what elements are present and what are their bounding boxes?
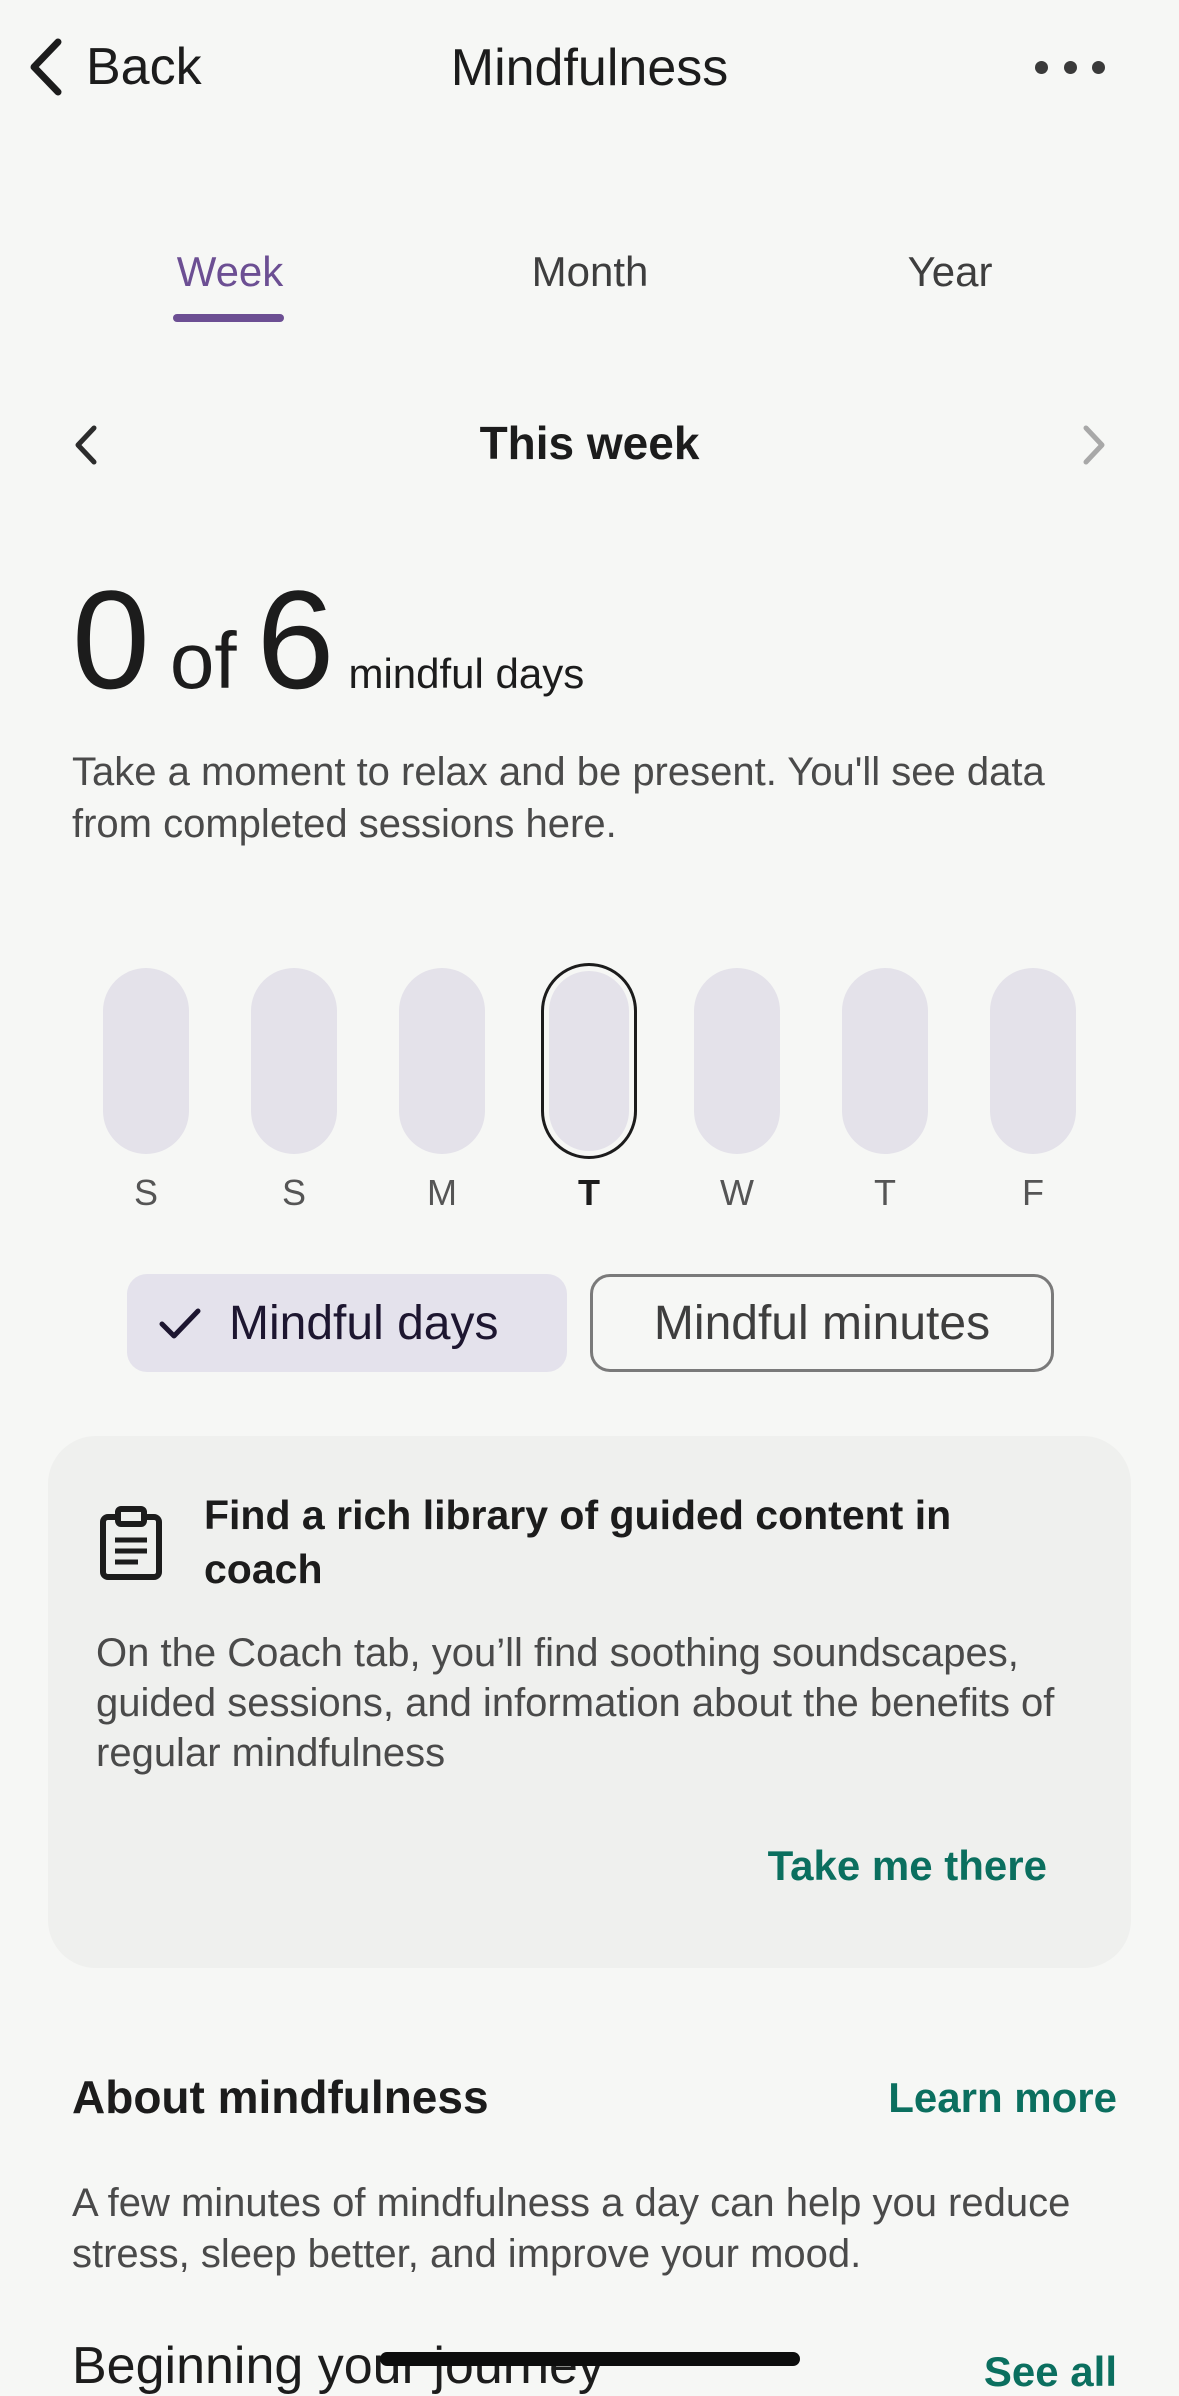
- tab-month[interactable]: Month: [500, 248, 680, 296]
- day-label: M: [427, 1172, 457, 1213]
- day-column-selected[interactable]: T: [541, 963, 637, 1214]
- period-tabs: Week Month Year: [0, 248, 1179, 328]
- day-label: S: [281, 1172, 306, 1213]
- mindful-minutes-chip[interactable]: Mindful minutes: [590, 1274, 1054, 1372]
- coach-card-title: Find a rich library of guided content in…: [204, 1492, 952, 1592]
- about-section-title: About mindfulness: [72, 2071, 489, 2123]
- mindful-days-chip-label: Mindful days: [229, 1296, 499, 1350]
- day-pill: [399, 968, 485, 1154]
- mindful-days-count: 0: [72, 561, 150, 718]
- day-pill: [694, 968, 780, 1154]
- learn-more-link[interactable]: Learn more: [888, 2074, 1117, 2122]
- day-label: F: [1022, 1172, 1044, 1213]
- day-pill: [842, 968, 928, 1154]
- coach-promo-card: Find a rich library of guided content in…: [48, 1436, 1131, 1968]
- mindful-days-chip[interactable]: Mindful days: [127, 1274, 567, 1372]
- more-horizontal-icon: [1092, 60, 1105, 74]
- more-options-button[interactable]: [1035, 52, 1105, 82]
- day-pill: [251, 968, 337, 1154]
- day-column[interactable]: T: [842, 968, 928, 1214]
- day-column[interactable]: W: [694, 968, 780, 1214]
- metric-chips: Mindful days Mindful minutes: [0, 1274, 1179, 1374]
- journey-section-title: Beginning your journey: [72, 2337, 604, 2395]
- day-column[interactable]: S: [103, 968, 189, 1214]
- week-title: This week: [479, 417, 700, 469]
- day-pill: [103, 968, 189, 1154]
- tab-week-indicator: [173, 314, 284, 322]
- summary-description: Take a moment to relax and be present. Y…: [72, 750, 1045, 846]
- chevron-right-icon[interactable]: [1074, 422, 1114, 468]
- more-horizontal-icon: [1035, 60, 1048, 74]
- summary-unit: mindful days: [348, 650, 585, 697]
- mindful-minutes-chip-label: Mindful minutes: [653, 1296, 991, 1350]
- day-pill: [541, 963, 637, 1159]
- day-label: T: [578, 1172, 600, 1213]
- day-label: W: [720, 1172, 754, 1213]
- tab-year[interactable]: Year: [870, 248, 1030, 296]
- take-me-there-link[interactable]: Take me there: [768, 1842, 1047, 1890]
- home-indicator[interactable]: [380, 2352, 800, 2366]
- week-navigator: This week: [0, 410, 1179, 480]
- mindful-days-total: 6: [256, 561, 335, 718]
- mindful-days-summary: 0 of 6 mindful days: [72, 570, 584, 710]
- day-pill: [990, 968, 1076, 1154]
- tab-week[interactable]: Week: [150, 248, 310, 296]
- coach-card-body: On the Coach tab, you’ll find soothing s…: [96, 1631, 1055, 1775]
- about-section-body: A few minutes of mindfulness a day can h…: [72, 2181, 1071, 2276]
- check-icon: [159, 1308, 201, 1339]
- top-bar: Back Mindfulness: [0, 0, 1179, 140]
- mindfulness-screen: Back Mindfulness Week Month Year This we…: [0, 0, 1179, 2396]
- day-column[interactable]: M: [399, 968, 485, 1214]
- page-title: Mindfulness: [450, 39, 729, 97]
- of-word: of: [169, 616, 237, 705]
- day-label: T: [874, 1172, 896, 1213]
- more-horizontal-icon: [1063, 60, 1077, 74]
- day-column[interactable]: S: [251, 968, 337, 1214]
- clipboard-icon: [100, 1506, 162, 1580]
- day-label: S: [133, 1172, 158, 1213]
- day-column[interactable]: F: [990, 968, 1076, 1214]
- see-all-link[interactable]: See all: [984, 2348, 1117, 2396]
- week-day-bars: S S M T W T F: [0, 963, 1179, 1218]
